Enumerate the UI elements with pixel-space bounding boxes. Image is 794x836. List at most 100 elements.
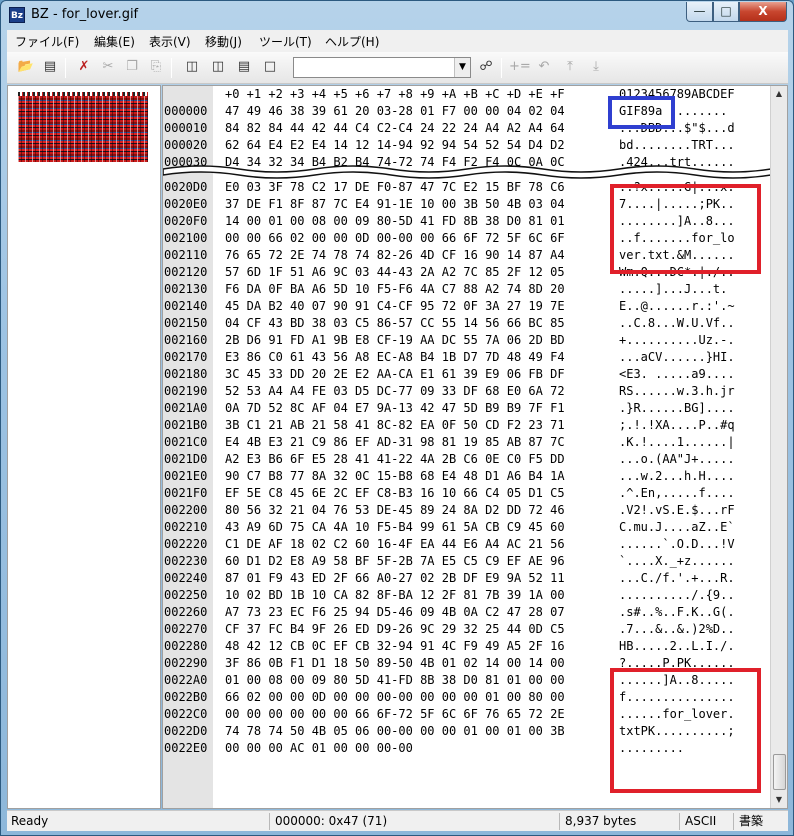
offset-cell: 002210: [164, 520, 208, 534]
offset-cell: 002250: [164, 588, 208, 602]
offset-cell: 0022D0: [164, 724, 208, 738]
menu-bar: ファイル(F) 編集(E) 表示(V) 移動(J) ツール(T) ヘルプ(H): [7, 30, 788, 52]
offset-cell: 002290: [164, 656, 208, 670]
hex-bytes: 3F 86 0B F1 D1 18 50 89-50 4B 01 02 14 0…: [225, 656, 565, 670]
ascii-text: .K.!....1......|: [619, 435, 735, 449]
cut-special-icon[interactable]: ✗: [75, 58, 93, 76]
offset-cell: 002140: [164, 299, 208, 313]
view-single-icon[interactable]: □: [261, 58, 279, 76]
ascii-text: <E3. .....a9....: [619, 367, 735, 381]
view-split-vertical-icon[interactable]: ◫: [209, 58, 227, 76]
hex-rows[interactable]: +0 +1 +2 +3 +4 +5 +6 +7 +8 +9 +A +B +C +…: [163, 86, 771, 808]
insert-icon[interactable]: +=: [509, 58, 531, 76]
ascii-text: ......for_lover.: [619, 707, 735, 721]
hex-view[interactable]: +0 +1 +2 +3 +4 +5 +6 +7 +8 +9 +A +B +C +…: [162, 85, 788, 809]
status-encoding: ASCII: [685, 814, 717, 828]
app-icon[interactable]: Bz: [9, 7, 25, 23]
offset-cell: 002190: [164, 384, 208, 398]
ascii-text: ...C./f.'.+...R.: [619, 571, 735, 585]
hex-bytes: E0 03 3F 78 C2 17 DE F0-87 47 7C E2 15 B…: [225, 180, 565, 194]
hex-bytes: EF 5E C8 45 6E 2C EF C8-B3 16 10 66 C4 0…: [225, 486, 565, 500]
bitmap-thumbnail-strip: [18, 92, 148, 96]
hex-bytes: 04 CF 43 BD 38 03 C5 86-57 CC 55 14 56 6…: [225, 316, 565, 330]
toolbar: 📂 ▤ ✗ ✂ ❐ ⎘ ◫ ◫ ▤ □ ▼ ☍ += ↶ ⤒ ⤓: [7, 52, 788, 84]
hex-bytes: 00 00 00 00 00 00 66 6F-72 5F 6C 6F 76 6…: [225, 707, 565, 721]
title-bar[interactable]: Bz BZ - for_lover.gif — □ X: [1, 1, 793, 29]
ascii-text: .V2!.vS.E.$...rF: [619, 503, 735, 517]
hex-bytes: 43 A9 6D 75 CA 4A 10 F5-B4 99 61 5A CB C…: [225, 520, 565, 534]
ascii-text: GIF89a (.......: [619, 104, 728, 118]
save-icon[interactable]: ▤: [41, 58, 59, 76]
hex-bytes: D4 34 32 34 B4 B2 B4 74-72 74 F4 F2 F4 0…: [225, 155, 565, 169]
hex-bytes: 62 64 E4 E2 E4 14 12 14-94 92 94 54 52 5…: [225, 138, 565, 152]
close-button[interactable]: X: [739, 2, 787, 22]
scroll-up-icon[interactable]: ▲: [771, 86, 787, 102]
hex-bytes: 84 82 84 44 42 44 C4 C2-C4 24 22 24 A4 A…: [225, 121, 565, 135]
hex-bytes: F6 DA 0F BA A6 5D 10 F5-F6 4A C7 88 A2 7…: [225, 282, 565, 296]
offset-cell: 0021B0: [164, 418, 208, 432]
offset-cell: 002220: [164, 537, 208, 551]
hex-bytes: 10 02 BD 1B 10 CA 82 8F-BA 12 2F 81 7B 3…: [225, 588, 565, 602]
window-title: BZ - for_lover.gif: [31, 7, 139, 22]
hex-bytes: 48 42 12 CB 0C EF CB 32-94 91 4C F9 49 A…: [225, 639, 565, 653]
status-mode: 書築: [739, 814, 764, 828]
jump-top-icon[interactable]: ⤒: [561, 58, 579, 76]
ascii-text: +..........Uz.-.: [619, 333, 735, 347]
hex-bytes: 0A 7D 52 8C AF 04 E7 9A-13 42 47 5D B9 B…: [225, 401, 565, 415]
ascii-text: f...............: [619, 690, 735, 704]
menu-help[interactable]: ヘルプ(H): [325, 33, 379, 50]
status-bar: Ready 000000: 0x47 (71) 8,937 bytes ASCI…: [7, 810, 788, 831]
offset-cell: 0020F0: [164, 214, 208, 228]
offset-cell: 0021C0: [164, 435, 208, 449]
menu-jump[interactable]: 移動(J): [205, 33, 242, 50]
undo-icon[interactable]: ↶: [535, 58, 553, 76]
ascii-text: .}R......BG]....: [619, 401, 735, 415]
offset-cell: 0020E0: [164, 197, 208, 211]
hex-bytes: 14 00 01 00 08 00 09 80-5D 41 FD 8B 38 D…: [225, 214, 565, 228]
hex-bytes: 2B D6 91 FD A1 9B E8 CF-19 AA DC 55 7A 0…: [225, 333, 565, 347]
hex-bytes: 90 C7 B8 77 8A 32 0C 15-B8 68 E4 48 D1 A…: [225, 469, 565, 483]
menu-tools[interactable]: ツール(T): [259, 33, 312, 50]
cut-icon[interactable]: ✂: [99, 58, 117, 76]
ascii-text: ...w.2...h.H....: [619, 469, 735, 483]
ascii-text: ..?x.....G|...x.: [619, 180, 735, 194]
scroll-thumb[interactable]: [773, 754, 786, 790]
jump-bottom-icon[interactable]: ⤓: [587, 58, 605, 76]
hex-bytes: C1 DE AF 18 02 C2 60 16-4F EA 44 E6 A4 A…: [225, 537, 565, 551]
maximize-button[interactable]: □: [713, 2, 739, 22]
offset-cell: 002110: [164, 248, 208, 262]
offset-cell: 002150: [164, 316, 208, 330]
view-split-horizontal-icon[interactable]: ▤: [235, 58, 253, 76]
offset-cell: 0021D0: [164, 452, 208, 466]
offset-cell: 002280: [164, 639, 208, 653]
hex-bytes: 87 01 F9 43 ED 2F 66 A0-27 02 2B DF E9 9…: [225, 571, 565, 585]
scroll-down-icon[interactable]: ▼: [771, 792, 787, 808]
offset-cell: 002160: [164, 333, 208, 347]
offset-cell: 0022B0: [164, 690, 208, 704]
paste-icon[interactable]: ⎘: [147, 58, 165, 76]
search-combo[interactable]: ▼: [293, 57, 471, 78]
chevron-down-icon[interactable]: ▼: [454, 58, 470, 77]
binoculars-icon[interactable]: ☍: [477, 58, 495, 76]
bitmap-view-pane[interactable]: [7, 85, 161, 809]
ascii-text: ......]A..8.....: [619, 673, 735, 687]
hex-header: +0 +1 +2 +3 +4 +5 +6 +7 +8 +9 +A +B +C +…: [163, 86, 735, 103]
menu-view[interactable]: 表示(V): [149, 33, 191, 50]
view-hex-icon[interactable]: ◫: [183, 58, 201, 76]
offset-cell: 000010: [164, 121, 208, 135]
open-folder-icon[interactable]: 📂: [17, 58, 35, 76]
hex-bytes: 3C 45 33 DD 20 2E E2 AA-CA E1 61 39 E9 0…: [225, 367, 565, 381]
vertical-scrollbar[interactable]: ▲ ▼: [770, 86, 787, 808]
menu-edit[interactable]: 編集(E): [94, 33, 135, 50]
hex-bytes: 00 00 00 AC 01 00 00 00-00: [225, 741, 413, 755]
offset-cell: 0021F0: [164, 486, 208, 500]
app-window: Bz BZ - for_lover.gif — □ X ファイル(F) 編集(E…: [0, 0, 794, 836]
hex-bytes: 80 56 32 21 04 76 53 DE-45 89 24 8A D2 D…: [225, 503, 565, 517]
offset-cell: 002130: [164, 282, 208, 296]
minimize-button[interactable]: —: [686, 2, 713, 22]
status-ready: Ready: [11, 814, 49, 828]
copy-icon[interactable]: ❐: [123, 58, 141, 76]
hex-bytes: E3 86 C0 61 43 56 A8 EC-A8 B4 1B D7 7D 4…: [225, 350, 565, 364]
menu-file[interactable]: ファイル(F): [15, 33, 79, 50]
ascii-text: ...aCV......}HI.: [619, 350, 735, 364]
